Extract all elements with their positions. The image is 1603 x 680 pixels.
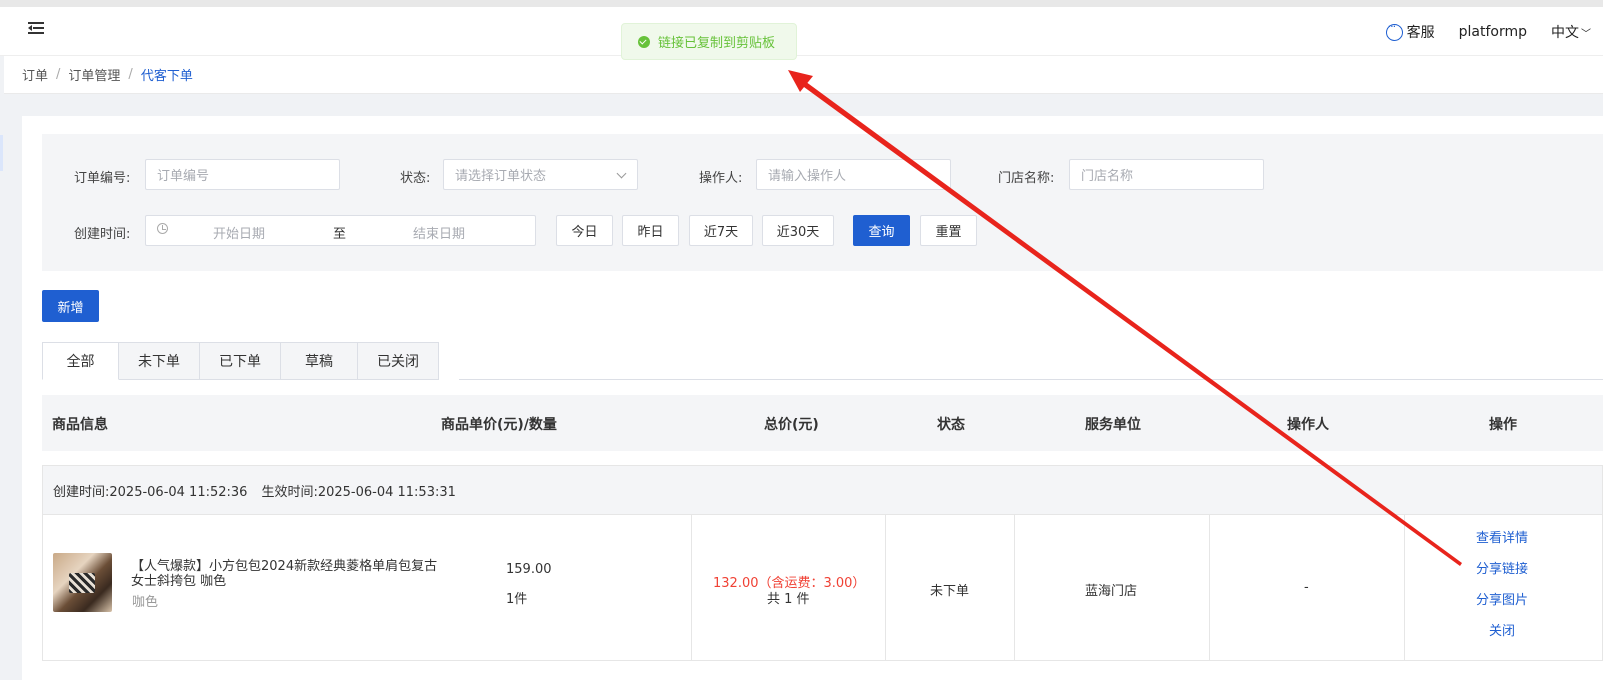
quick-today-button[interactable]: 今日 xyxy=(556,215,613,246)
order-status: 未下单 xyxy=(930,584,970,599)
chevron-down-icon xyxy=(616,168,627,179)
date-range-picker[interactable]: 开始日期 至 结束日期 xyxy=(145,215,536,246)
column-operator: 操作人 xyxy=(1287,417,1329,433)
quantity: 1件 xyxy=(506,592,528,607)
chevron-down-icon: ﹀ xyxy=(1581,28,1591,40)
operator-label: 操作人: xyxy=(699,171,743,186)
product-name: 【人气爆款】小方包包2024新款经典菱格单肩包复古女士斜挎包 咖色 xyxy=(131,559,438,589)
status-select-placeholder: 请选择订单状态 xyxy=(455,169,547,184)
order-no-input[interactable]: 订单编号 xyxy=(145,159,340,190)
row-actions: 查看详情 分享链接 分享图片 关闭 xyxy=(1475,531,1529,640)
sidebar-edge xyxy=(0,135,3,171)
column-divider xyxy=(1014,515,1015,661)
date-range-separator: 至 xyxy=(333,227,347,242)
close-order-link[interactable]: 关闭 xyxy=(1489,624,1515,640)
order-no-label: 订单编号: xyxy=(74,171,131,186)
add-order-button[interactable]: 新增 xyxy=(42,290,99,322)
table-row: 【人气爆款】小方包包2024新款经典菱格单肩包复古女士斜挎包 咖色 咖色 159… xyxy=(42,514,1603,661)
reset-button[interactable]: 重置 xyxy=(920,215,977,246)
main-card: 订单编号: 订单编号 状态: 请选择订单状态 操作人: 请输入操作人 门店名称:… xyxy=(22,116,1603,680)
order-group-header: 创建时间:2025-06-04 11:52:36 生效时间:2025-06-04… xyxy=(42,465,1603,515)
top-right-actions: 客服 platformp 中文 ﹀ xyxy=(1385,20,1591,42)
column-unit-price-qty: 商品单价(元)/数量 xyxy=(441,417,557,433)
success-toast: 链接已复制到剪贴板 xyxy=(621,23,797,60)
clock-icon xyxy=(157,223,168,234)
total-count: 共 1 件 xyxy=(767,592,810,607)
column-actions: 操作 xyxy=(1489,417,1517,433)
service-unit: 蓝海门店 xyxy=(1085,584,1138,599)
store-name-label: 门店名称: xyxy=(998,171,1055,186)
search-button[interactable]: 查询 xyxy=(853,215,910,246)
tab-not-ordered[interactable]: 未下单 xyxy=(119,342,200,380)
product-thumbnail[interactable] xyxy=(53,553,112,612)
table-header: 商品信息 商品单价(元)/数量 总价(元) 状态 服务单位 操作人 操作 xyxy=(42,395,1603,451)
customer-service-label: 客服 xyxy=(1406,25,1435,41)
tab-closed[interactable]: 已关闭 xyxy=(358,342,439,380)
end-date-input[interactable]: 结束日期 xyxy=(413,223,465,242)
tab-draft[interactable]: 草稿 xyxy=(281,342,358,380)
tabs-divider xyxy=(459,379,1603,380)
customer-service-button[interactable]: 客服 xyxy=(1385,20,1435,42)
top-bar: 客服 platformp 中文 ﹀ xyxy=(0,0,1603,56)
breadcrumb: 订单 / 订单管理 / 代客下单 xyxy=(4,56,1603,94)
start-date-input[interactable]: 开始日期 xyxy=(213,223,265,242)
column-product-info: 商品信息 xyxy=(52,417,108,433)
quick-30days-button[interactable]: 近30天 xyxy=(762,215,834,246)
status-select[interactable]: 请选择订单状态 xyxy=(443,159,638,190)
chat-bubble-icon xyxy=(1385,20,1403,41)
operator-input[interactable]: 请输入操作人 xyxy=(756,159,951,190)
share-image-link[interactable]: 分享图片 xyxy=(1476,593,1528,609)
toast-message: 链接已复制到剪贴板 xyxy=(658,36,776,51)
status-label: 状态: xyxy=(400,171,431,186)
check-circle-icon xyxy=(638,35,650,48)
column-divider xyxy=(1209,515,1210,661)
quick-yesterday-button[interactable]: 昨日 xyxy=(622,215,679,246)
breadcrumb-item-order-management[interactable]: 订单管理 xyxy=(68,65,120,84)
language-switcher[interactable]: 中文 ﹀ xyxy=(1551,22,1591,42)
order-created-time: 创建时间:2025-06-04 11:52:36 xyxy=(53,485,248,500)
product-color: 咖色 xyxy=(132,595,159,610)
order-effective-time: 生效时间:2025-06-04 11:53:31 xyxy=(261,485,456,500)
column-divider xyxy=(1404,515,1405,661)
unit-price: 159.00 xyxy=(506,562,552,577)
tab-ordered[interactable]: 已下单 xyxy=(200,342,281,380)
user-name[interactable]: platformp xyxy=(1459,24,1527,40)
column-total: 总价(元) xyxy=(764,417,819,433)
breadcrumb-separator: / xyxy=(128,67,133,82)
breadcrumb-item-order[interactable]: 订单 xyxy=(22,65,48,84)
column-status: 状态 xyxy=(937,417,965,433)
filter-panel: 订单编号: 订单编号 状态: 请选择订单状态 操作人: 请输入操作人 门店名称:… xyxy=(42,134,1603,271)
operator-name: - xyxy=(1304,580,1309,595)
share-link-link[interactable]: 分享链接 xyxy=(1476,562,1528,578)
tab-all[interactable]: 全部 xyxy=(42,342,119,380)
language-label: 中文 xyxy=(1551,25,1579,41)
breadcrumb-separator: / xyxy=(56,67,61,82)
created-time-label: 创建时间: xyxy=(74,227,131,242)
status-tabs: 全部 未下单 已下单 草稿 已关闭 xyxy=(42,342,439,380)
column-divider xyxy=(885,515,886,661)
column-service-unit: 服务单位 xyxy=(1085,417,1141,433)
view-details-link[interactable]: 查看详情 xyxy=(1476,531,1528,547)
menu-fold-icon[interactable] xyxy=(28,21,44,37)
quick-7days-button[interactable]: 近7天 xyxy=(689,215,753,246)
column-divider xyxy=(691,515,692,661)
store-name-input[interactable]: 门店名称 xyxy=(1069,159,1264,190)
breadcrumb-item-current: 代客下单 xyxy=(140,69,193,84)
